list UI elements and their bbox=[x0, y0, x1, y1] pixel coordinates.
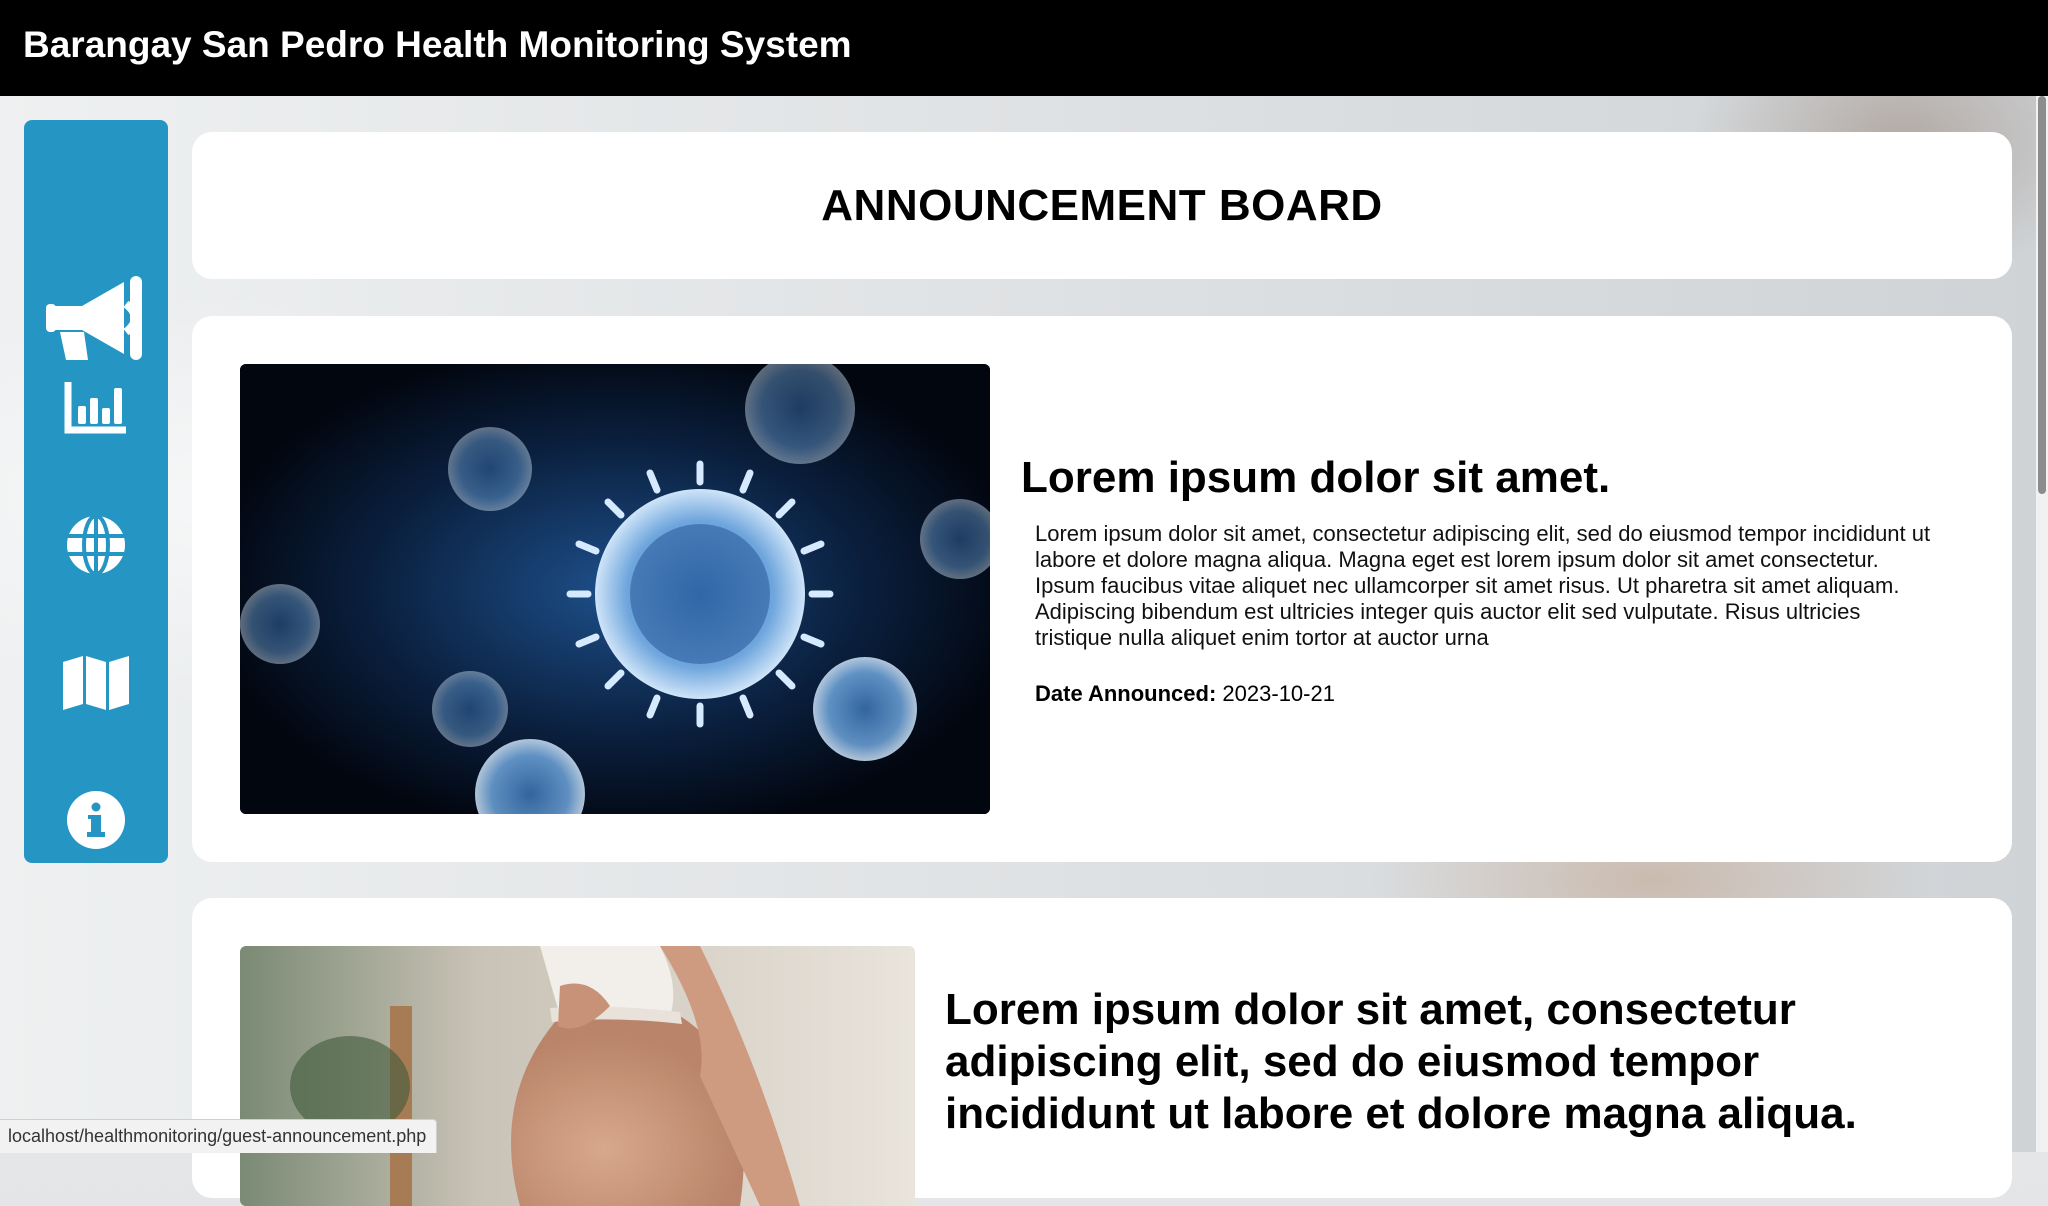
sidebar-item-web[interactable] bbox=[24, 490, 168, 600]
date-label: Date Announced: bbox=[1035, 681, 1217, 706]
scrollbar-thumb[interactable] bbox=[2038, 96, 2046, 494]
sidebar-item-statistics[interactable] bbox=[24, 352, 168, 462]
announcement-card: Lorem ipsum dolor sit amet. Lorem ipsum … bbox=[192, 316, 2012, 862]
announcement-title: Lorem ipsum dolor sit amet. bbox=[1021, 453, 1611, 502]
sidebar bbox=[24, 120, 168, 863]
info-icon bbox=[67, 791, 125, 849]
map-icon bbox=[63, 656, 129, 710]
announcement-card: Lorem ipsum dolor sit amet, consectetur … bbox=[192, 898, 2012, 1206]
top-bar: Barangay San Pedro Health Monitoring Sys… bbox=[0, 0, 2048, 96]
sidebar-item-about[interactable] bbox=[24, 765, 168, 875]
pregnant-woman-image bbox=[240, 946, 915, 1206]
date-value: 2023-10-21 bbox=[1222, 681, 1335, 706]
app-title: Barangay San Pedro Health Monitoring Sys… bbox=[23, 24, 852, 65]
virus-image bbox=[240, 364, 990, 814]
page-title: ANNOUNCEMENT BOARD bbox=[821, 180, 1383, 230]
bar-chart-icon bbox=[64, 382, 126, 434]
sidebar-item-map[interactable] bbox=[24, 628, 168, 738]
announcement-date: Date Announced: 2023-10-21 bbox=[1035, 681, 1335, 707]
megaphone-icon bbox=[46, 276, 142, 360]
announcement-body: Lorem ipsum dolor sit amet, consectetur … bbox=[1035, 521, 1931, 650]
status-bar-url: localhost/healthmonitoring/guest-announc… bbox=[0, 1119, 438, 1153]
globe-icon bbox=[67, 514, 125, 576]
announcement-board-header: ANNOUNCEMENT BOARD bbox=[192, 132, 2012, 279]
announcement-title: Lorem ipsum dolor sit amet, consectetur … bbox=[945, 985, 1857, 1138]
